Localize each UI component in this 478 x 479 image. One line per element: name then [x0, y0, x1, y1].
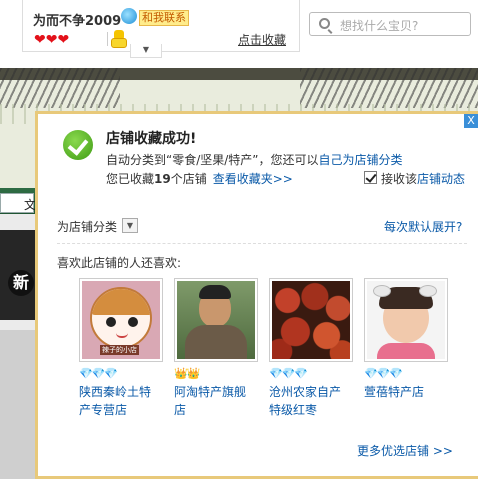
shop-logo[interactable] [174, 278, 258, 362]
shop-left-panel [0, 330, 36, 479]
close-dialog-button[interactable]: X [464, 114, 478, 128]
favorites-count-suffix: 个店铺 [170, 172, 207, 186]
chevron-down-icon[interactable]: ▼ [122, 218, 138, 233]
cartoon-avatar [90, 287, 152, 349]
category-info-text: 自动分类到“零食/坚果/特产”，您还可以 [106, 153, 319, 167]
divider [107, 32, 108, 46]
subscribe-checkbox[interactable] [364, 171, 377, 184]
category-info: 自动分类到“零食/坚果/特产”，您还可以自己为店铺分类 [106, 151, 403, 168]
divider [57, 243, 467, 244]
shop-name-line[interactable]: 陕西秦岭土特 [79, 385, 151, 399]
shop-name-line[interactable]: 特级红枣 [269, 403, 317, 417]
shop-name-line[interactable]: 萱蓓特产店 [364, 385, 424, 399]
thumbs-up-icon [111, 30, 127, 48]
favorites-count-prefix: 您已收藏 [106, 172, 155, 186]
default-expand-link[interactable]: 每次默认展开? [384, 218, 462, 235]
custom-category-link[interactable]: 自己为店铺分类 [319, 153, 403, 167]
shop-name-line[interactable]: 产专营店 [79, 403, 127, 417]
shop-name-line[interactable]: 沧州农家自产 [269, 385, 341, 399]
subscribe-label-text: 接收该 [381, 172, 418, 186]
shop-name-line[interactable]: 阿淘特产旗舰 [174, 385, 246, 399]
shop-updates-link[interactable]: 店铺动态 [417, 172, 465, 186]
recommended-shop[interactable]: 辣子的小店 💎💎💎 陕西秦岭土特 产专营店 [79, 278, 163, 419]
favorite-success-dialog: X 店铺收藏成功! 自动分类到“零食/坚果/特产”，您还可以自己为店铺分类 您已… [35, 111, 478, 479]
category-select-label[interactable]: 为店铺分类 [57, 218, 117, 235]
shop-badge-text: 辣子的小店 [100, 345, 139, 355]
shop-logo[interactable] [269, 278, 353, 362]
shop-logo[interactable] [364, 278, 448, 362]
success-check-icon [63, 130, 93, 160]
new-badge-text: 新 [12, 273, 29, 292]
shop-info-dropdown-toggle[interactable]: ▼ [130, 44, 162, 58]
contact-seller-button[interactable]: 和我联系 [139, 10, 189, 26]
shop-name-link[interactable]: 萱蓓特产店 [364, 383, 448, 401]
banner-decoration [300, 68, 478, 108]
recommended-shop[interactable]: 💎💎💎 萱蓓特产店 [364, 278, 448, 401]
red-dates-photo [272, 281, 350, 359]
favorites-count-info: 您已收藏19个店铺 查看收藏夹>> [106, 170, 293, 187]
dialog-title: 店铺收藏成功! [106, 131, 197, 147]
favorites-count: 19 [154, 172, 171, 186]
wangwang-chat-icon[interactable] [121, 8, 137, 24]
shop-logo[interactable]: 辣子的小店 [79, 278, 163, 362]
rating-diamond-icon: 💎💎💎 [79, 367, 118, 380]
recommended-shop[interactable]: 👑👑 阿淘特产旗舰店 [174, 278, 258, 419]
banner-decoration [0, 68, 120, 108]
more-shops-link[interactable]: 更多优选店铺 >> [357, 442, 453, 459]
shop-name-link[interactable]: 陕西秦岭土特 产专营店 [79, 383, 163, 419]
seller-rating-hearts: ❤❤❤ [34, 32, 70, 48]
shop-name[interactable]: 为而不争2009 [33, 10, 121, 29]
new-badge: 新 [8, 270, 34, 296]
shop-name-link[interactable]: 沧州农家自产 特级红枣 [269, 383, 353, 419]
recommended-shop[interactable]: 💎💎💎 沧州农家自产 特级红枣 [269, 278, 353, 419]
search-input[interactable]: 想找什么宝贝? [340, 17, 418, 34]
rating-crown-icon: 👑👑 [174, 367, 200, 380]
search-icon [319, 18, 330, 29]
shop-name-line[interactable]: 店 [174, 403, 186, 417]
rating-diamond-icon: 💎💎💎 [364, 367, 403, 380]
add-favorite-link[interactable]: 点击收藏 [238, 31, 286, 48]
search-box[interactable]: 想找什么宝贝? [309, 12, 471, 36]
subscribe-label: 接收该店铺动态 [381, 170, 465, 187]
rating-diamond-icon: 💎💎💎 [269, 367, 308, 380]
view-favorites-link[interactable]: 查看收藏夹>> [213, 172, 293, 186]
recommended-title: 喜欢此店铺的人还喜欢: [57, 256, 182, 270]
shop-name-link[interactable]: 阿淘特产旗舰店 [174, 383, 258, 419]
